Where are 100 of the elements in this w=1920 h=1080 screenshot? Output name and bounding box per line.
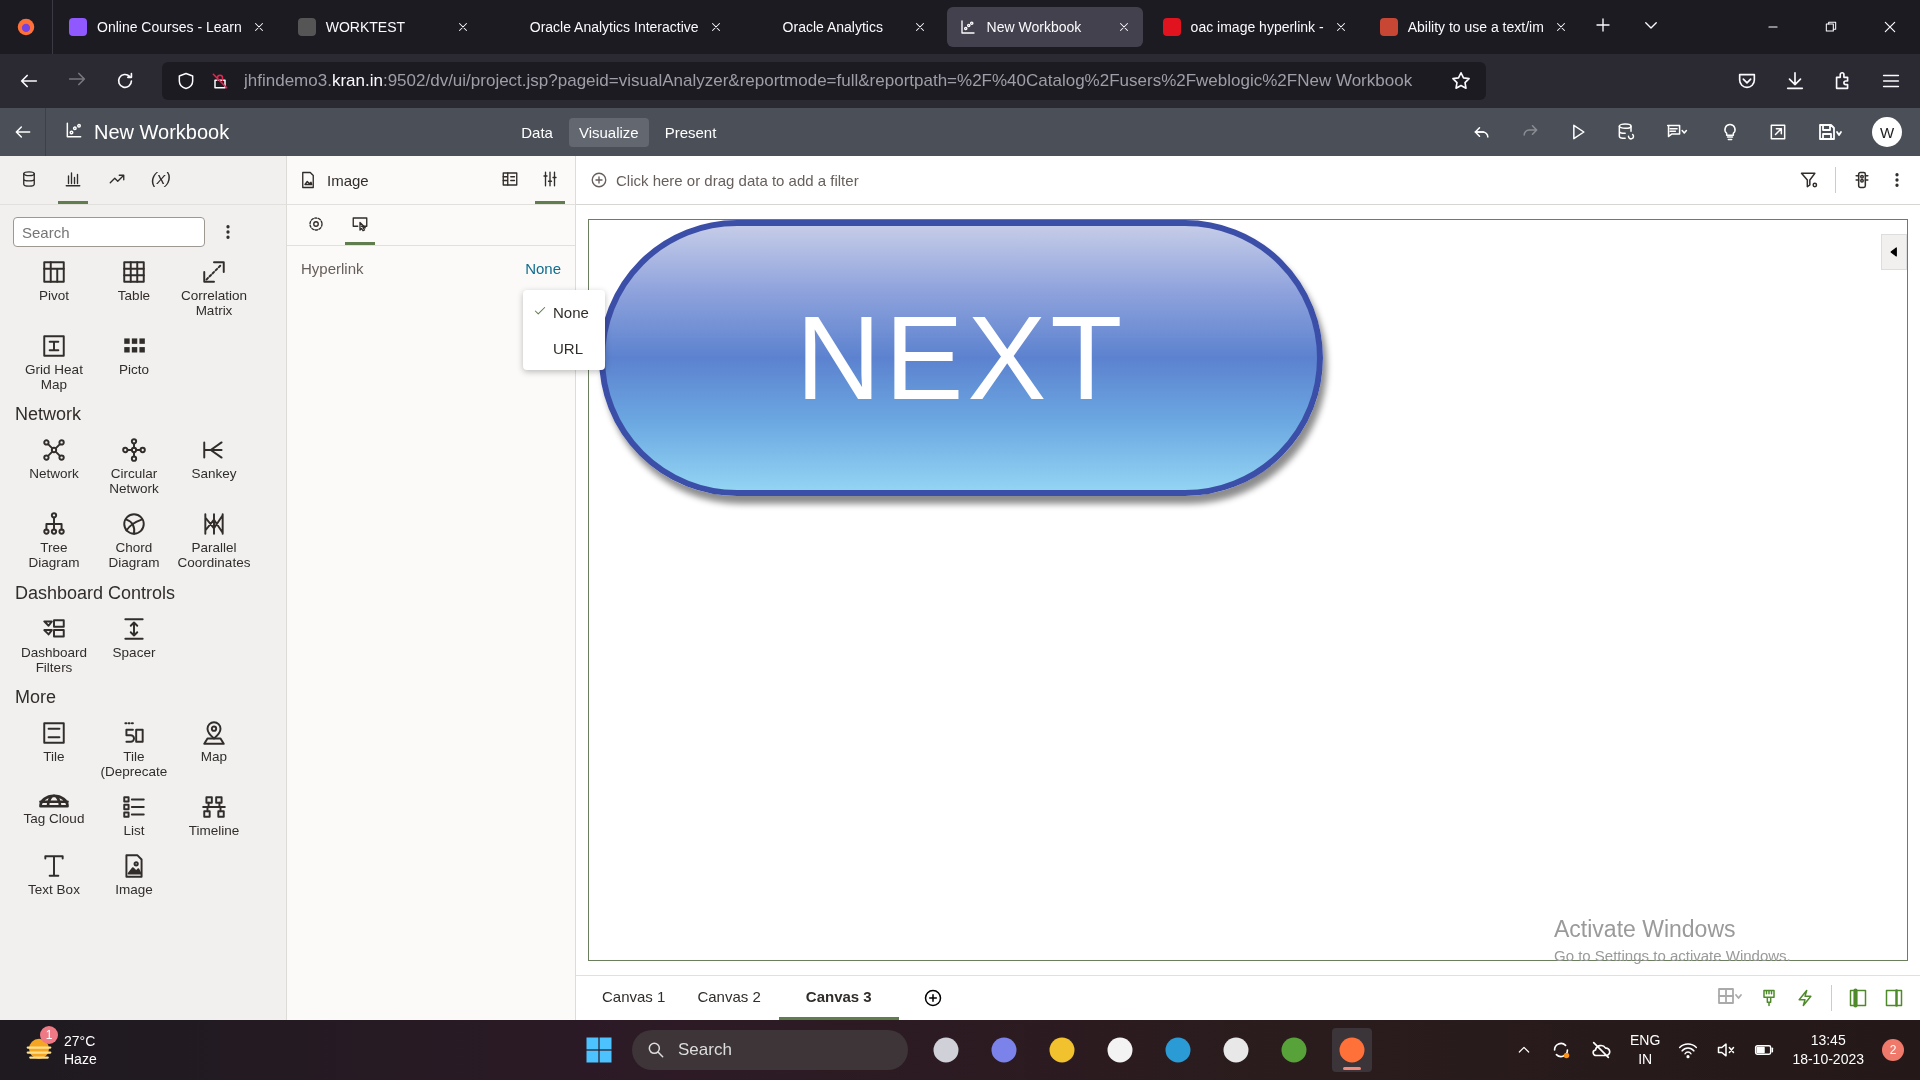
mode-tab[interactable]: Present [654, 117, 727, 147]
app-icon [989, 1035, 1019, 1065]
settings-icon [307, 214, 325, 233]
section-heading: More [14, 686, 57, 710]
user-avatar[interactable]: W [1872, 117, 1902, 147]
lightning-icon[interactable] [1795, 988, 1815, 1008]
close-icon[interactable] [1882, 19, 1898, 35]
visualization-item[interactable]: Parallel Coordinates [174, 505, 254, 575]
cloud-off-icon[interactable] [1590, 1039, 1613, 1061]
visualization-item[interactable]: Chord Diagram [94, 505, 174, 575]
notification-badge: 1 [40, 1025, 58, 1044]
temperature: 27°C [64, 1031, 97, 1050]
visualization-item[interactable]: Pivot [14, 253, 94, 323]
grid-icon [41, 332, 67, 359]
visualization-item[interactable]: Network [14, 431, 94, 502]
visualization-item[interactable]: Tree Diagram [14, 505, 94, 575]
property-label: Hyperlink [301, 260, 364, 277]
star-icon[interactable] [1450, 70, 1472, 92]
visualization-item[interactable]: Spacer [94, 609, 174, 680]
site-icon [297, 18, 316, 36]
list-icon [121, 794, 147, 821]
browser-tab[interactable]: Online Courses - Learn [57, 7, 278, 47]
mode-tab[interactable]: Data [511, 117, 563, 147]
visualization-item[interactable]: Circular Network [94, 431, 174, 502]
visualization-item[interactable]: Dashboard Filters [14, 609, 94, 680]
clock[interactable]: 13:45 18-10-2023 [1792, 1031, 1864, 1069]
chart-icon [64, 120, 84, 140]
visualization-item[interactable]: Tile (Deprecate [94, 714, 174, 785]
database-icon [20, 169, 38, 188]
table-icon [121, 259, 147, 285]
app-icon [1163, 1035, 1193, 1065]
browser-tab[interactable]: Ability to use a text/im [1367, 7, 1580, 47]
parallel-lines-icon [201, 511, 227, 538]
boxes-icon [201, 794, 227, 821]
app-icon [931, 1035, 961, 1065]
address-bar[interactable]: jhfindemo3.kran.in:9502/dv/ui/project.jsp?pageid=visualAnalyzer&reportmode=full&reportpath=%2F%40Catalog%2Fusers%2Fweblogic%2FNew Workbook [162, 62, 1486, 100]
visualization-item[interactable]: Tile [14, 714, 94, 785]
map-pin-icon [201, 720, 227, 747]
weather-condition: Haze [64, 1050, 97, 1069]
browser-tab[interactable]: Oracle Analytics Interactive [489, 7, 735, 47]
visualization-item[interactable]: Map [174, 714, 254, 785]
export-icon[interactable] [1768, 122, 1788, 142]
nodes-icon [41, 437, 67, 464]
filter-settings-icon[interactable] [1799, 170, 1819, 190]
section-heading: Dashboard Controls [14, 581, 177, 605]
property-value[interactable]: None [525, 260, 561, 277]
wifi-icon[interactable] [1678, 1040, 1699, 1060]
lock-icon [210, 71, 230, 91]
add-icon[interactable] [922, 988, 943, 1008]
new-tab-icon[interactable] [1593, 16, 1612, 34]
chart-icon [958, 18, 977, 36]
letter-icon [41, 852, 67, 879]
visualization-item[interactable]: Picto [94, 326, 174, 397]
visualization-item[interactable]: Correlation Matrix [174, 253, 254, 323]
image-file-icon [299, 171, 317, 189]
site-icon [1379, 18, 1398, 36]
canvas-tab[interactable]: Canvas 2 [683, 976, 775, 1020]
browser-tab[interactable]: WORKTEST [285, 7, 482, 47]
mode-tab[interactable]: Visualize [568, 117, 649, 147]
app-icon [1105, 1035, 1135, 1065]
site-icon [69, 18, 87, 36]
panel-title: Image [327, 171, 370, 189]
visualization-item[interactable]: Grid Heat Map [14, 326, 94, 397]
app-icon [1047, 1035, 1077, 1065]
pointer-screen-icon [351, 214, 369, 233]
filter-hint[interactable]: Click here or drag data to add a filter [616, 171, 859, 189]
add-filter-icon[interactable] [590, 171, 608, 189]
visualization-item[interactable]: Table [94, 253, 174, 323]
right-panel-icon[interactable] [1884, 988, 1904, 1008]
browser-tab[interactable]: New Workbook [946, 7, 1143, 47]
collapse-button[interactable] [1881, 234, 1907, 270]
download-icon[interactable] [1784, 70, 1806, 92]
panel-tab[interactable]: (x) [146, 156, 176, 204]
grid-icon [41, 259, 67, 285]
section-heading: Network [14, 403, 82, 427]
search-icon [646, 1040, 666, 1060]
nodes-icon [121, 437, 147, 464]
search-field[interactable]: Search [13, 217, 205, 247]
visualization-item[interactable]: Tag Cloud [14, 788, 94, 843]
browser-tab[interactable]: Oracle Analytics [742, 7, 939, 47]
tree-icon [41, 511, 67, 538]
app-icon [1221, 1035, 1251, 1065]
start-icon[interactable] [584, 1035, 614, 1065]
activation-title: Activate Windows [1554, 916, 1737, 943]
left-panel-icon[interactable] [1848, 988, 1868, 1008]
save-dropdown-icon[interactable] [1816, 122, 1844, 142]
visualization-item[interactable]: Sankey [174, 431, 254, 502]
visualization-item[interactable]: Timeline [174, 788, 254, 843]
vertical-arrow-icon [121, 615, 147, 642]
visualization-item[interactable]: List [94, 788, 174, 843]
database-refresh-icon[interactable] [1616, 122, 1636, 142]
activation-message: Go to Settings to activate Windows. [1554, 947, 1791, 964]
canvas-tab[interactable]: Canvas 1 [588, 976, 680, 1020]
taskbar-search[interactable]: Search [632, 1030, 908, 1070]
visualization-item[interactable]: Text Box [14, 846, 94, 902]
language-indicator[interactable]: ENG IN [1630, 1031, 1661, 1069]
browser-tab[interactable]: oac image hyperlink - [1150, 7, 1360, 47]
workbook-title: New Workbook [94, 120, 230, 144]
visualization-item[interactable]: Image [94, 846, 174, 902]
restore-icon[interactable] [1824, 20, 1838, 34]
